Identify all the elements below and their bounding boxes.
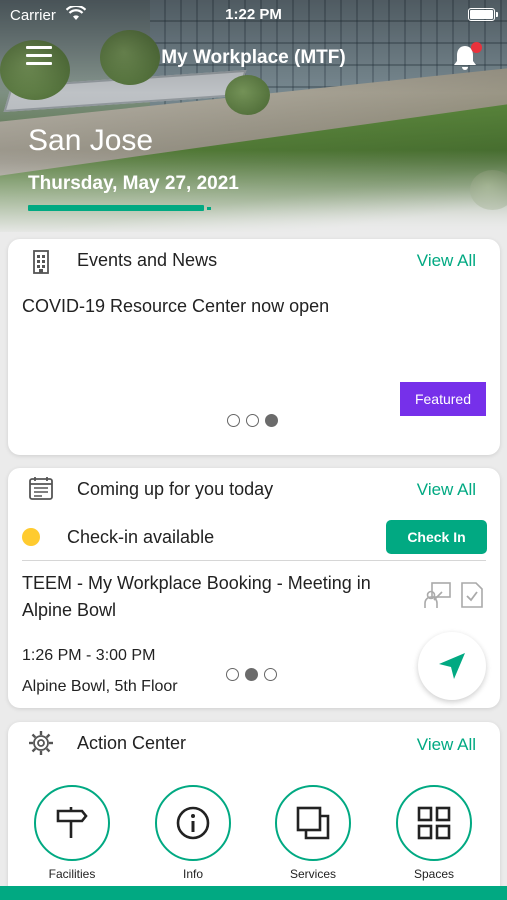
action-center-view-all-link[interactable]: View All xyxy=(417,735,476,755)
page-dot[interactable] xyxy=(226,668,239,681)
coming-up-view-all-link[interactable]: View All xyxy=(417,480,476,500)
app-title: My Workplace (MTF) xyxy=(161,47,346,68)
action-label: Info xyxy=(182,867,203,881)
check-in-button[interactable]: Check In xyxy=(386,520,487,554)
events-news-card[interactable]: Events and News View All COVID-19 Resour… xyxy=(8,239,500,455)
action-label: Facilities xyxy=(48,867,96,881)
action-label: Services xyxy=(289,867,336,881)
event-headline[interactable]: COVID-19 Resource Center now open xyxy=(22,296,329,317)
meeting-location: Alpine Bowl, 5th Floor xyxy=(22,678,178,695)
status-bar: Carrier 1:22 PM xyxy=(0,0,507,30)
page-dot[interactable] xyxy=(227,414,240,427)
page-dot[interactable] xyxy=(246,414,259,427)
events-card-title: Events and News xyxy=(77,250,218,270)
banner-progress-bar xyxy=(28,205,211,211)
action-center-card: Action Center View All Facilities Info S… xyxy=(8,722,500,900)
action-facilities[interactable]: Facilities xyxy=(32,785,112,881)
events-view-all-link[interactable]: View All xyxy=(417,251,476,271)
action-services[interactable]: Services xyxy=(273,785,353,881)
document-check-icon[interactable] xyxy=(460,581,484,609)
city-name: San Jose xyxy=(28,124,154,157)
page-dot[interactable] xyxy=(264,668,277,681)
featured-badge: Featured xyxy=(400,382,486,416)
coming-up-page-indicator[interactable] xyxy=(226,668,277,681)
current-date: Thursday, May 27, 2021 xyxy=(28,173,239,194)
action-info[interactable]: Info xyxy=(153,785,233,881)
meeting-time: 1:26 PM - 3:00 PM xyxy=(22,647,156,664)
page-dot-active[interactable] xyxy=(265,414,278,427)
status-time: 1:22 PM xyxy=(225,6,282,23)
checkin-status-label: Check-in available xyxy=(67,527,215,547)
info-icon xyxy=(176,806,210,840)
bottom-tab-bar[interactable] xyxy=(0,886,507,900)
action-label: Spaces xyxy=(413,867,455,881)
gear-icon xyxy=(29,731,53,755)
meeting-title[interactable]: TEEM - My Workplace Booking - Meeting in… xyxy=(22,570,407,624)
hero-banner: Carrier 1:22 PM My Workplace (MTF) San J… xyxy=(0,0,507,232)
page-dot-active[interactable] xyxy=(245,668,258,681)
navigation-arrow-icon xyxy=(439,653,465,679)
coming-up-title: Coming up for you today xyxy=(77,479,274,499)
divider xyxy=(22,560,486,561)
services-icon xyxy=(296,806,330,840)
checkin-status-dot xyxy=(22,528,40,546)
progress-fill xyxy=(28,205,204,211)
notification-dot xyxy=(471,42,482,53)
presenter-icon[interactable] xyxy=(424,581,452,609)
calendar-icon xyxy=(29,477,53,500)
notification-bell-icon[interactable] xyxy=(452,42,482,72)
grid-icon xyxy=(417,806,451,840)
action-center-title: Action Center xyxy=(77,733,187,753)
action-spaces[interactable]: Spaces xyxy=(394,785,474,881)
events-page-indicator[interactable] xyxy=(227,414,278,427)
building-icon xyxy=(33,250,49,274)
battery-icon xyxy=(468,8,498,21)
signpost-icon xyxy=(56,807,88,838)
navigate-button[interactable] xyxy=(418,632,486,700)
